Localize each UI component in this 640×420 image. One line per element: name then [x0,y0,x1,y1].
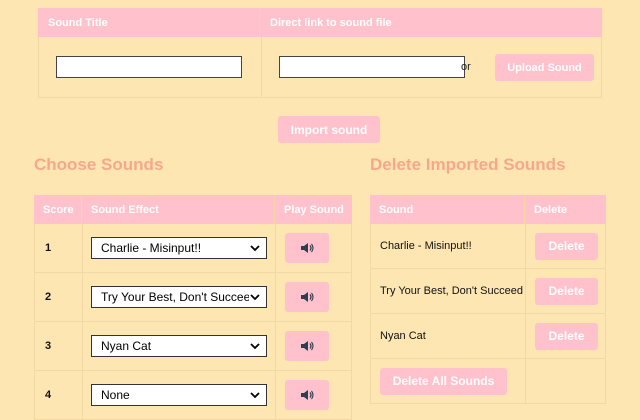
delete-cell: Delete [526,269,605,313]
score-cell: 3 [35,322,83,370]
sound-title-input[interactable] [56,56,242,78]
sound-effect-select[interactable]: None [91,384,267,406]
sound-effect-select[interactable]: Try Your Best, Don't Succeed [91,286,267,308]
play-cell [276,273,351,321]
play-cell [276,371,351,419]
table-row: Nyan Cat Delete [370,314,606,359]
col-direct-link: Direct link to sound file [270,16,392,29]
title-cell [39,37,262,97]
import-table-row: or Upload Sound [38,37,602,98]
score-cell: 4 [35,371,83,419]
select-value: Charlie - Misinput!! [101,241,202,255]
sound-name-cell: Charlie - Misinput!! [371,224,526,268]
delete-cell: Delete [526,314,605,358]
delete-button[interactable]: Delete [535,322,598,350]
delete-all-cell: Delete All Sounds [371,359,526,403]
effect-cell: Try Your Best, Don't Succeed [83,273,276,321]
table-row: 1 Charlie - Misinput!! [34,224,352,273]
speaker-icon [301,390,314,400]
play-sound-button[interactable] [285,282,329,312]
upload-sound-button[interactable]: Upload Sound [495,54,594,81]
play-sound-button[interactable] [285,331,329,361]
sound-link-input[interactable] [279,56,465,78]
play-sound-button[interactable] [285,233,329,263]
sound-effect-select[interactable]: Charlie - Misinput!! [91,237,267,259]
col-play-sound: Play Sound [284,203,344,216]
import-sound-table: Sound Title Direct link to sound file or… [38,8,602,98]
table-row: Try Your Best, Don't Succeed Delete [370,269,606,314]
effect-cell: None [83,371,276,419]
link-cell: or Upload Sound [262,37,601,97]
delete-all-sounds-button[interactable]: Delete All Sounds [380,367,507,395]
delete-cell: Delete [526,224,605,268]
col-sound-title: Sound Title [38,8,260,37]
select-value: Nyan Cat [101,339,152,353]
delete-button[interactable]: Delete [535,232,598,260]
choose-sounds-heading: Choose Sounds [34,155,164,174]
chevron-down-icon [250,392,260,399]
speaker-icon [301,341,314,351]
table-row: 3 Nyan Cat [34,322,352,371]
or-label: or [461,61,471,73]
table-row: 4 None [34,371,352,420]
table-row: 2 Try Your Best, Don't Succeed [34,273,352,322]
play-cell [276,322,351,370]
col-delete: Delete [534,203,568,216]
sound-name-cell: Nyan Cat [371,314,526,358]
effect-cell: Nyan Cat [83,322,276,370]
col-score: Score [34,195,82,224]
sound-name-cell: Try Your Best, Don't Succeed [371,269,526,313]
play-cell [276,224,351,272]
choose-table-header: Score Sound Effect Play Sound [34,195,352,224]
import-table-header: Sound Title Direct link to sound file [38,8,602,37]
table-row: Charlie - Misinput!! Delete [370,224,606,269]
speaker-icon [301,243,314,253]
delete-sounds-heading: Delete Imported Sounds [370,155,566,174]
select-value: Try Your Best, Don't Succeed [101,290,257,304]
score-cell: 2 [35,273,83,321]
col-sound-effect: Sound Effect [82,195,275,224]
col-sound: Sound [370,195,525,224]
choose-sounds-table: Score Sound Effect Play Sound 1 Charlie … [34,195,352,420]
table-row: Delete All Sounds [370,359,606,404]
chevron-down-icon [249,291,261,303]
score-cell: 1 [35,224,83,272]
chevron-down-icon [250,245,260,252]
delete-table-header: Sound Delete [370,195,606,224]
import-sound-button[interactable]: Import sound [278,116,380,143]
delete-button[interactable]: Delete [535,277,598,305]
sound-effect-select[interactable]: Nyan Cat [91,335,267,357]
empty-cell [526,359,605,403]
effect-cell: Charlie - Misinput!! [83,224,276,272]
delete-sounds-table: Sound Delete Charlie - Misinput!! Delete… [370,195,606,404]
chevron-down-icon [250,343,260,350]
speaker-icon [301,292,314,302]
play-sound-button[interactable] [285,380,329,410]
